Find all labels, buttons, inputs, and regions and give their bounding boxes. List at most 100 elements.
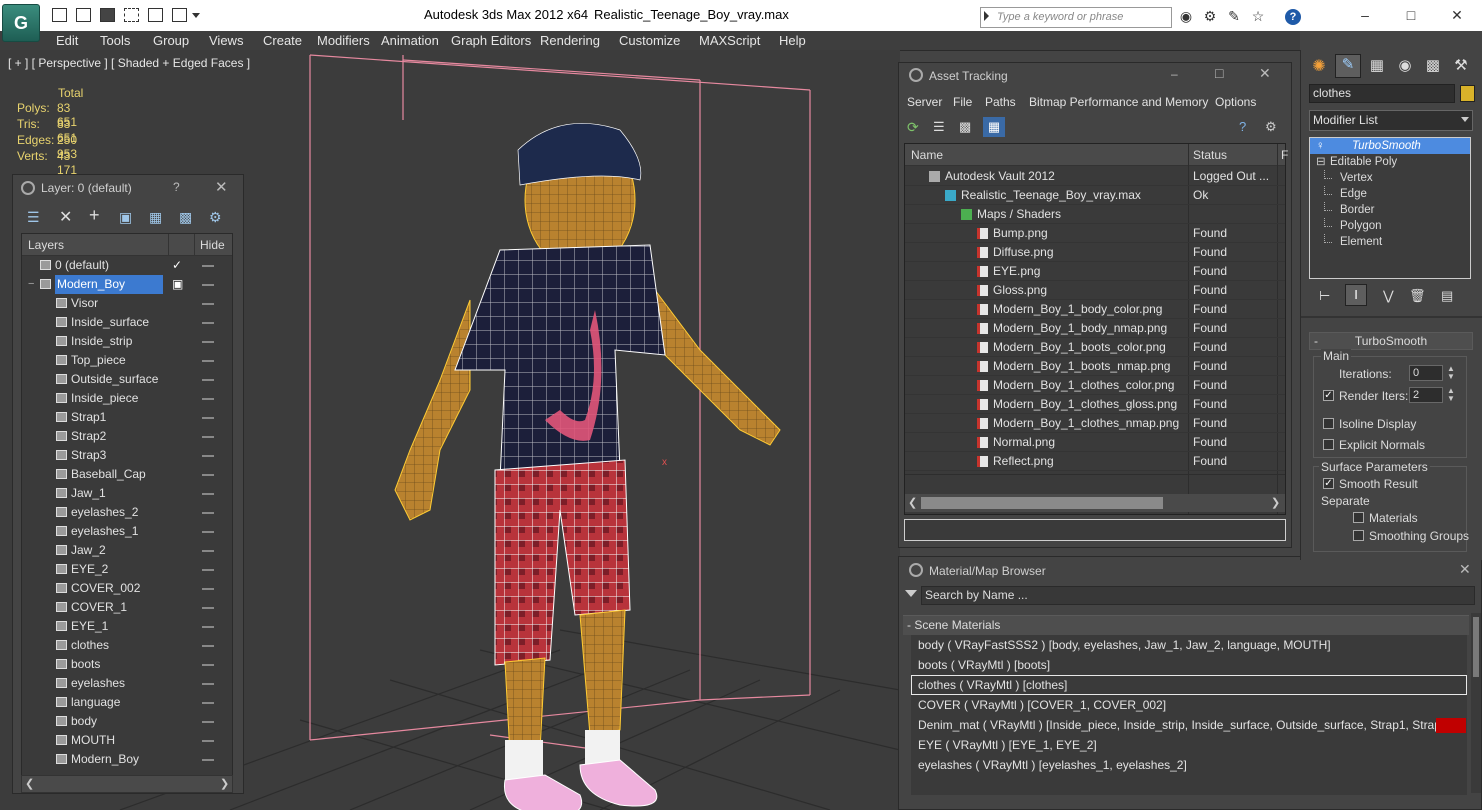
material-row[interactable]: body ( VRayFastSSS2 ) [body, eyelashes, … <box>911 635 1467 655</box>
hide-toggle-icon[interactable] <box>202 379 214 381</box>
menu-maxscript[interactable]: MAXScript <box>699 33 760 48</box>
hide-toggle-icon[interactable] <box>202 702 214 704</box>
hide-toggle-icon[interactable] <box>202 284 214 286</box>
app-logo-icon[interactable]: G <box>2 4 40 42</box>
hide-toggle-icon[interactable] <box>202 626 214 628</box>
display-tab-icon[interactable]: ▩ <box>1421 56 1445 78</box>
menu-tools[interactable]: Tools <box>100 33 130 48</box>
hide-toggle-icon[interactable] <box>202 588 214 590</box>
hide-toggle-icon[interactable] <box>202 645 214 647</box>
asset-row[interactable]: Normal.png Found <box>905 433 1285 452</box>
asset-row[interactable]: Reflect.png Found <box>905 452 1285 471</box>
collapse-icon[interactable]: ⊟ <box>1316 154 1326 170</box>
isoline-display-checkbox[interactable] <box>1323 418 1334 429</box>
browser-close-icon[interactable]: ✕ <box>1459 561 1471 578</box>
show-end-result-icon[interactable]: I <box>1345 284 1367 306</box>
layers-column-header[interactable]: Layers <box>28 238 64 252</box>
layer-row[interactable]: Inside_piece <box>22 389 232 408</box>
create-tab-icon[interactable]: ✺ <box>1307 56 1331 78</box>
project-folder-icon[interactable] <box>172 8 187 22</box>
material-search-input[interactable]: Search by Name ... <box>921 586 1475 605</box>
layer-row[interactable]: eyelashes_2 <box>22 503 232 522</box>
hide-toggle-icon[interactable] <box>202 721 214 723</box>
layer-row[interactable]: Top_piece <box>22 351 232 370</box>
modifier-list-chevron-icon[interactable] <box>1461 117 1469 122</box>
new-file-icon[interactable] <box>52 8 67 22</box>
hide-toggle-icon[interactable] <box>202 436 214 438</box>
layer-row[interactable]: Strap1 <box>22 408 232 427</box>
modifier-stack-item-element[interactable]: Element <box>1310 234 1470 250</box>
layer-help-icon[interactable]: ? <box>173 180 180 194</box>
save-icon[interactable] <box>100 8 115 22</box>
object-color-swatch[interactable] <box>1460 85 1475 102</box>
material-list[interactable]: body ( VRayFastSSS2 ) [body, eyelashes, … <box>911 635 1467 795</box>
hide-toggle-icon[interactable] <box>202 569 214 571</box>
asset-row[interactable]: Modern_Boy_1_body_nmap.png Found <box>905 319 1285 338</box>
configure-sets-icon[interactable]: ▤ <box>1441 288 1453 304</box>
table-view-icon[interactable]: ▦ <box>983 117 1005 137</box>
remove-modifier-icon[interactable]: 🗑 <box>1409 288 1426 304</box>
open-file-icon[interactable] <box>76 8 91 22</box>
modifier-stack-item-editable-poly[interactable]: ⊟ Editable Poly <box>1310 154 1470 170</box>
asset-settings-icon[interactable]: ⚙ <box>1265 119 1277 135</box>
asset-table[interactable]: Name Status F Autodesk Vault 2012 Logged … <box>904 143 1288 515</box>
hide-toggle-icon[interactable] <box>202 322 214 324</box>
smoothing-groups-checkbox[interactable] <box>1353 530 1364 541</box>
help-icon[interactable]: ? <box>1285 9 1301 25</box>
lightbulb-icon[interactable]: ♀ <box>1316 138 1325 154</box>
hide-toggle-icon[interactable] <box>202 455 214 457</box>
pin-stack-icon[interactable]: ⊢ <box>1319 288 1330 304</box>
asset-row[interactable]: Gloss.png Found <box>905 281 1285 300</box>
hide-toggle-icon[interactable] <box>202 417 214 419</box>
material-row[interactable]: EYE ( VRayMtl ) [EYE_1, EYE_2] <box>911 735 1467 755</box>
modifier-stack-item-edge[interactable]: Edge <box>1310 186 1470 202</box>
hide-toggle-icon[interactable] <box>202 265 214 267</box>
hide-toggle-icon[interactable] <box>202 341 214 343</box>
layer-row[interactable]: boots <box>22 655 232 674</box>
asset-row[interactable]: EYE.png Found <box>905 262 1285 281</box>
render-iters-checkbox[interactable]: ✓ <box>1323 390 1334 401</box>
layer-horizontal-scrollbar[interactable]: ❮ ❯ <box>21 775 233 793</box>
layer-row[interactable]: Modern_Boy <box>22 750 232 769</box>
menu-graph-editors[interactable]: Graph Editors <box>451 33 531 48</box>
modifier-stack-item-turbosmooth[interactable]: ♀ TurboSmooth <box>1310 138 1470 154</box>
asset-menu-options[interactable]: Options <box>1215 95 1256 109</box>
make-unique-icon[interactable]: ⋁ <box>1383 288 1394 304</box>
redo-icon[interactable] <box>148 8 163 22</box>
status-column-header[interactable]: Status <box>1193 148 1227 162</box>
hide-toggle-icon[interactable] <box>202 493 214 495</box>
menu-help[interactable]: Help <box>779 33 806 48</box>
asset-row[interactable]: Autodesk Vault 2012 Logged Out ... <box>905 167 1285 186</box>
hide-toggle-icon[interactable] <box>202 740 214 742</box>
layer-row[interactable]: − Modern_Boy ▣ <box>22 275 232 294</box>
modifier-stack-item-vertex[interactable]: Vertex <box>1310 170 1470 186</box>
name-column-header[interactable]: Name <box>911 148 943 162</box>
hide-toggle-icon[interactable] <box>202 759 214 761</box>
help-search-input[interactable]: Type a keyword or phrase <box>980 7 1172 28</box>
material-row[interactable]: Denim_mat ( VRayMtl ) [Inside_piece, Ins… <box>911 715 1467 735</box>
asset-menu-paths[interactable]: Paths <box>985 95 1016 109</box>
turbosmooth-rollout-header[interactable]: - TurboSmooth <box>1309 332 1473 350</box>
menu-animation[interactable]: Animation <box>381 33 439 48</box>
layer-row[interactable]: Jaw_2 <box>22 541 232 560</box>
asset-minimize-icon[interactable]: – <box>1171 67 1178 81</box>
hide-toggle-icon[interactable] <box>202 303 214 305</box>
layer-row[interactable]: EYE_2 <box>22 560 232 579</box>
layer-row[interactable]: 0 (default) ✓ <box>22 256 232 275</box>
material-row[interactable]: COVER ( VRayMtl ) [COVER_1, COVER_002] <box>911 695 1467 715</box>
highlight-layer-icon[interactable]: ▦ <box>149 209 162 226</box>
menu-modifiers[interactable]: Modifiers <box>317 33 370 48</box>
material-row[interactable]: boots ( VRayMtl ) [boots] <box>911 655 1467 675</box>
viewport-label[interactable]: [ + ] [ Perspective ] [ Shaded + Edged F… <box>8 56 250 70</box>
layer-row[interactable]: eyelashes_1 <box>22 522 232 541</box>
new-layer-icon[interactable]: ☰ <box>27 209 40 226</box>
hide-toggle-icon[interactable] <box>202 550 214 552</box>
menu-customize[interactable]: Customize <box>619 33 680 48</box>
search-arrow-icon[interactable] <box>984 11 989 21</box>
asset-row[interactable]: Modern_Boy_1_boots_color.png Found <box>905 338 1285 357</box>
subscription-icon[interactable]: ✎ <box>1226 9 1242 23</box>
layer-row[interactable]: EYE_1 <box>22 617 232 636</box>
layer-row[interactable]: Inside_strip <box>22 332 232 351</box>
asset-row[interactable]: Modern_Boy_1_body_color.png Found <box>905 300 1285 319</box>
asset-horizontal-scrollbar[interactable]: ❮ ❯ <box>905 494 1285 512</box>
